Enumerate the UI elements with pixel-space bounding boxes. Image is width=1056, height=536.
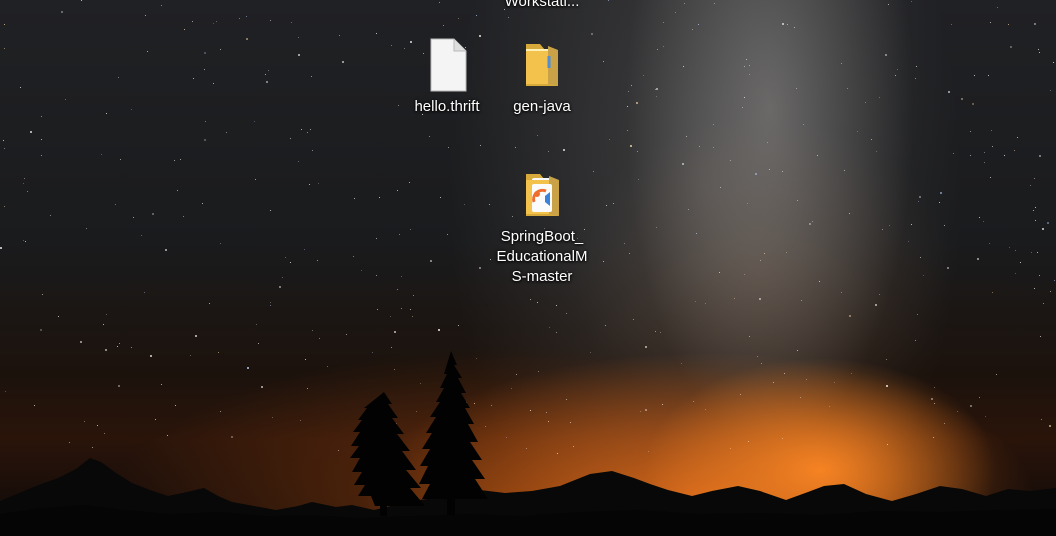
springboot-project-folder[interactable]: SpringBoot_ EducationalMS-master — [492, 168, 592, 287]
folder-icon — [526, 44, 558, 86]
blank-file-icon — [430, 38, 467, 92]
springboot-project-label: SpringBoot_ EducationalMS-master — [496, 228, 588, 285]
gen-java-folder[interactable]: gen-java — [492, 38, 592, 117]
hello-thrift-label: hello.thrift — [414, 98, 480, 115]
gen-java-label: gen-java — [513, 98, 571, 115]
project-folder-icon — [526, 174, 559, 216]
hello-thrift-file[interactable]: hello.thrift — [397, 38, 497, 117]
workstation-shortcut-label[interactable]: Workstati... — [492, 0, 592, 12]
